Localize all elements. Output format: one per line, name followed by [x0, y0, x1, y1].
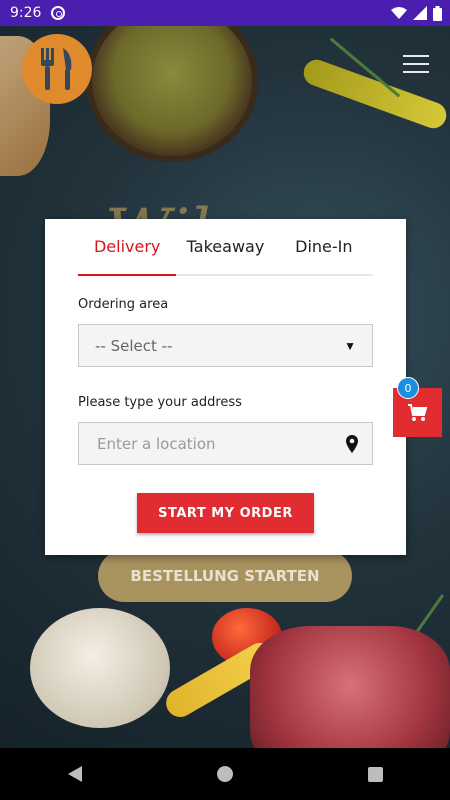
tab-dine-in[interactable]: Dine-In [275, 219, 373, 274]
menu-line [403, 55, 429, 57]
back-icon[interactable] [67, 766, 82, 782]
ordering-area-label: Ordering area [78, 297, 169, 312]
cart-count-badge: 0 [397, 377, 419, 399]
cart-icon [407, 403, 427, 421]
tab-delivery[interactable]: Delivery [78, 219, 177, 276]
status-icons [391, 5, 442, 21]
order-type-dialog: Delivery Takeaway Dine-In Ordering area … [45, 219, 406, 555]
menu-line [403, 71, 429, 73]
start-my-order-button[interactable]: START MY ORDER [137, 493, 314, 533]
location-pin-icon[interactable] [346, 434, 358, 453]
menu-line [403, 63, 429, 65]
ordering-area-value: -- Select -- [95, 336, 173, 355]
home-icon[interactable] [216, 766, 233, 782]
ordering-area-select[interactable]: -- Select -- ▼ [78, 324, 373, 367]
restaurant-logo[interactable] [22, 34, 92, 104]
bowl-decor [92, 26, 252, 156]
wifi-icon [391, 7, 407, 19]
order-type-tabs: Delivery Takeaway Dine-In [78, 219, 373, 276]
status-bar: 9:26 [0, 0, 450, 26]
dropdown-arrow-icon: ▼ [344, 338, 356, 353]
status-time: 9:26 [10, 5, 42, 21]
start-order-background-button[interactable]: BESTELLUNG STARTEN [98, 550, 352, 602]
system-navigation-bar [0, 748, 450, 800]
address-input[interactable] [95, 433, 319, 454]
garlic-decor [30, 608, 170, 728]
ham-decor [250, 626, 450, 748]
menu-button[interactable] [403, 55, 429, 75]
tab-takeaway[interactable]: Takeaway [176, 219, 274, 274]
battery-icon [433, 5, 442, 21]
address-label: Please type your address [78, 395, 242, 410]
recent-apps-icon[interactable] [367, 766, 383, 782]
sync-icon [51, 6, 66, 20]
address-field [78, 422, 373, 465]
fork-knife-icon [41, 48, 72, 90]
signal-icon [413, 6, 427, 20]
